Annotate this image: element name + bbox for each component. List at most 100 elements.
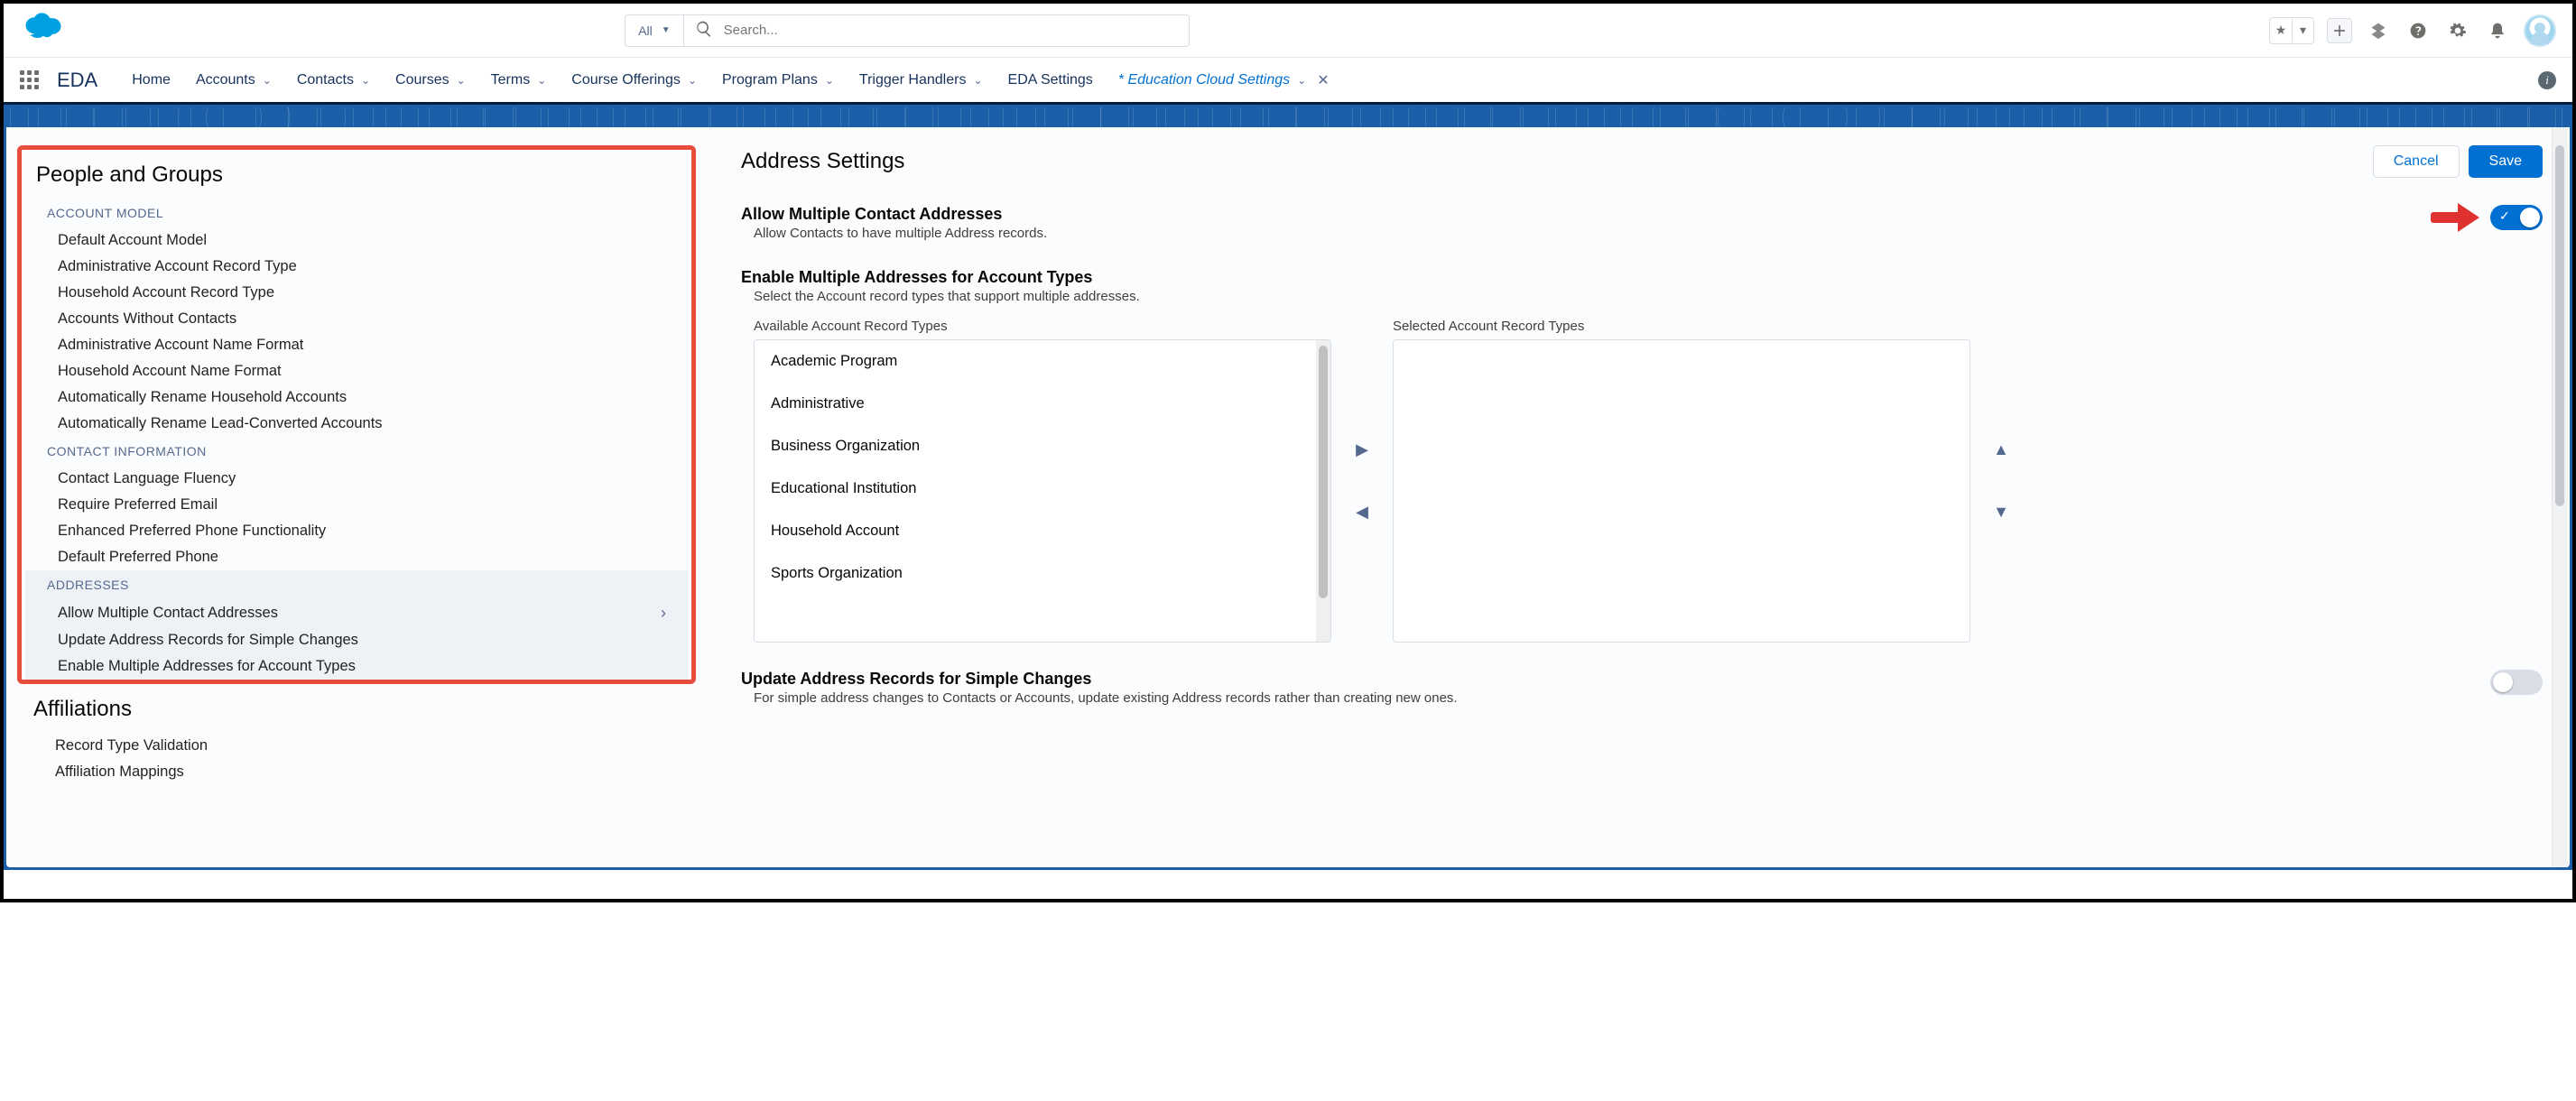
available-list-label: Available Account Record Types (754, 319, 1331, 334)
nav-tab[interactable]: Program Plans⌄ (722, 72, 834, 88)
sidebar-item-label: Enable Multiple Addresses for Account Ty… (58, 658, 356, 675)
nav-tab[interactable]: Contacts⌄ (297, 72, 370, 88)
panel-title: Address Settings (741, 149, 904, 174)
sidebar-item-label: Accounts Without Contacts (58, 310, 236, 328)
nav-tab-label: Courses (395, 72, 449, 88)
scrollbar-track[interactable] (1316, 340, 1330, 642)
sidebar-item[interactable]: Default Account Model (25, 227, 688, 254)
callout-arrow-icon (2431, 205, 2481, 230)
sidebar-item[interactable]: Household Account Name Format (25, 358, 688, 384)
settings-sidebar: People and Groups ACCOUNT MODEL Default A… (6, 127, 710, 867)
sidebar-item-label: Update Address Records for Simple Change… (58, 632, 358, 649)
move-up-icon[interactable]: ▲ (1993, 440, 2009, 459)
chevron-down-icon: ⌄ (457, 74, 466, 87)
sidebar-section-label: CONTACT INFORMATION (25, 437, 688, 466)
nav-tab[interactable]: Accounts⌄ (196, 72, 272, 88)
available-list[interactable]: Academic ProgramAdministrativeBusiness O… (754, 339, 1331, 643)
setting-allow-multi-desc: Allow Contacts to have multiple Address … (741, 226, 1047, 241)
gear-icon[interactable] (2444, 17, 2471, 44)
caret-down-icon[interactable]: ▾ (2292, 19, 2313, 42)
sidebar-item[interactable]: Automatically Rename Lead-Converted Acco… (25, 411, 688, 437)
setting-enable-types-title: Enable Multiple Addresses for Account Ty… (741, 268, 1689, 287)
list-item[interactable]: Educational Institution (755, 467, 1330, 510)
sidebar-item-label: Automatically Rename Lead-Converted Acco… (58, 415, 383, 432)
info-icon[interactable]: i (2538, 71, 2556, 89)
avatar[interactable] (2524, 14, 2556, 47)
sidebar-item[interactable]: Affiliation Mappings (23, 759, 690, 785)
sidebar-item[interactable]: Accounts Without Contacts (25, 306, 688, 332)
search-box[interactable] (684, 14, 1190, 47)
sidebar-item[interactable]: Default Preferred Phone (25, 544, 688, 570)
app-launcher-icon[interactable] (20, 70, 39, 89)
sidebar-item[interactable]: Record Type Validation (23, 733, 690, 759)
setting-update-simple-title: Update Address Records for Simple Change… (741, 670, 1458, 689)
close-icon[interactable]: ✕ (1317, 71, 1329, 89)
nav-tab-label: Program Plans (722, 72, 818, 88)
sidebar-group-title: People and Groups (25, 153, 688, 199)
toggle-allow-multiple-addresses[interactable] (2490, 205, 2543, 230)
sidebar-item[interactable]: Update Address Records for Simple Change… (25, 627, 688, 653)
sidebar-item-label: Contact Language Fluency (58, 470, 236, 487)
sidebar-item-label: Default Account Model (58, 232, 207, 249)
list-item[interactable]: Administrative (755, 383, 1330, 425)
cancel-button[interactable]: Cancel (2373, 145, 2460, 178)
sidebar-group-title-affiliations: Affiliations (23, 684, 690, 733)
sidebar-item-label: Allow Multiple Contact Addresses (58, 605, 278, 622)
sidebar-item-label: Enhanced Preferred Phone Functionality (58, 523, 326, 540)
sidebar-item[interactable]: Administrative Account Name Format (25, 332, 688, 358)
move-left-icon[interactable]: ◀ (1356, 503, 1368, 522)
sidebar-item[interactable]: Contact Language Fluency (25, 466, 688, 492)
chevron-down-icon: ⌄ (263, 74, 272, 87)
sidebar-item[interactable]: Allow Multiple Contact Addresses › (25, 599, 688, 627)
search-input[interactable] (724, 23, 1178, 38)
sidebar-item-label: Administrative Account Name Format (58, 337, 303, 354)
nav-tab[interactable]: Trigger Handlers⌄ (859, 72, 983, 88)
sidebar-item[interactable]: Automatically Rename Household Accounts (25, 384, 688, 411)
toggle-update-simple[interactable] (2490, 670, 2543, 695)
question-icon[interactable] (2405, 17, 2432, 44)
nav-tab[interactable]: Courses ⌄ (395, 72, 466, 88)
chevron-down-icon: ⌄ (688, 74, 697, 87)
sidebar-section-label: ACCOUNT MODEL (25, 199, 688, 227)
chevron-down-icon: ⌄ (537, 74, 546, 87)
nav-tab[interactable]: Home (132, 72, 171, 88)
chevron-right-icon: › (661, 604, 666, 623)
list-item[interactable]: Sports Organization (755, 552, 1330, 595)
nav-tab-label: * Education Cloud Settings (1118, 72, 1290, 88)
chevron-down-icon: ⌄ (1297, 74, 1306, 87)
star-icon[interactable]: ★ (2270, 19, 2292, 42)
setting-update-simple-desc: For simple address changes to Contacts o… (741, 690, 1458, 706)
selected-list-label: Selected Account Record Types (1393, 319, 1970, 334)
global-header: All ▼ ★ ▾ (4, 4, 2572, 58)
header-utility-icons: ★ ▾ (2269, 14, 2556, 47)
bell-icon[interactable] (2484, 17, 2511, 44)
scrollbar-track[interactable] (2552, 127, 2568, 867)
favorites-split-button[interactable]: ★ ▾ (2269, 17, 2314, 44)
sidebar-item[interactable]: Enable Multiple Addresses for Account Ty… (25, 653, 688, 680)
sidebar-item[interactable]: Enhanced Preferred Phone Functionality (25, 518, 688, 544)
salesforce-help-icon[interactable] (2365, 17, 2392, 44)
nav-tab[interactable]: Terms⌄ (491, 72, 547, 88)
sidebar-item[interactable]: Household Account Record Type (25, 280, 688, 306)
nav-tab[interactable]: Course Offerings⌄ (571, 72, 697, 88)
move-right-icon[interactable]: ▶ (1356, 440, 1368, 459)
nav-tabs: HomeAccounts⌄Contacts⌄Courses⌄Terms⌄Cour… (132, 71, 1329, 89)
nav-tab[interactable]: EDA Settings (1008, 72, 1093, 88)
list-item[interactable]: Household Account (755, 510, 1330, 552)
caret-down-icon: ▼ (662, 25, 671, 35)
save-button[interactable]: Save (2469, 145, 2543, 178)
sidebar-item[interactable]: Require Preferred Email (25, 492, 688, 518)
scrollbar-thumb[interactable] (1319, 346, 1328, 598)
nav-tab-label: Home (132, 72, 171, 88)
list-item[interactable]: Academic Program (755, 340, 1330, 383)
nav-tab-label: EDA Settings (1008, 72, 1093, 88)
selected-list[interactable] (1393, 339, 1970, 643)
list-item[interactable]: Business Organization (755, 425, 1330, 467)
scrollbar-thumb[interactable] (2555, 145, 2564, 506)
search-scope-dropdown[interactable]: All ▼ (625, 14, 683, 47)
add-icon[interactable] (2327, 18, 2352, 43)
nav-tab[interactable]: * Education Cloud Settings ⌄ ✕ (1118, 71, 1330, 89)
move-down-icon[interactable]: ▼ (1993, 503, 2009, 522)
sidebar-item-label: Default Preferred Phone (58, 549, 218, 566)
sidebar-item[interactable]: Administrative Account Record Type (25, 254, 688, 280)
